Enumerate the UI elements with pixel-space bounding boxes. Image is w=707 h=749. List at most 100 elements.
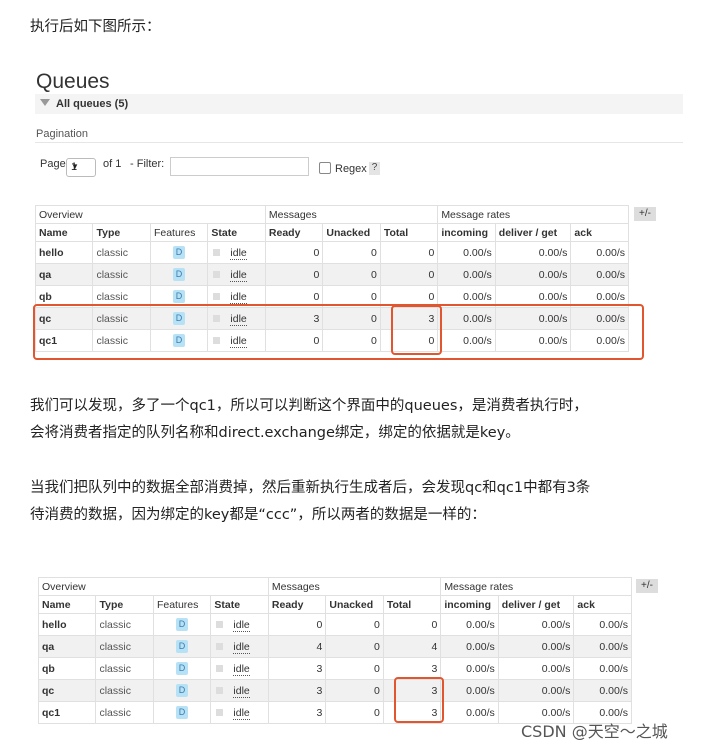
incoming-rate: 0.00/s [440,613,499,636]
table-row[interactable]: qc classic Didle 3 0 3 0.00/s 0.00/s 0.00/s [37,679,632,702]
col-deliver-get[interactable]: deliver / get [497,595,575,614]
features-cell: D [152,635,212,658]
col-state[interactable]: State [207,223,266,242]
ack-rate: 0.00/s [570,263,629,286]
page-of-label: of 1 [103,158,122,170]
queue-name-link[interactable]: hello [34,241,94,264]
state-indicator-icon [213,293,221,301]
columns-toggle-button[interactable]: +/- [636,579,658,593]
ready-count: 3 [267,657,327,680]
unacked-count: 0 [325,613,384,636]
col-features[interactable]: Features [149,223,209,242]
col-incoming[interactable]: incoming [440,595,499,614]
ack-rate: 0.00/s [573,679,632,702]
regex-help-button[interactable]: ? [369,162,380,175]
state-cell: idle [207,263,266,286]
unacked-count: 0 [322,263,381,286]
ready-count: 0 [267,613,327,636]
ready-count: 4 [267,635,327,658]
total-count: 0 [379,263,439,286]
table-row[interactable]: qb classic Didle 3 0 3 0.00/s 0.00/s 0.00/s [37,657,632,680]
col-total[interactable]: Total [382,595,442,614]
col-unacked[interactable]: Unacked [322,223,381,242]
state-label: idle [233,618,250,632]
incoming-rate: 0.00/s [440,679,499,702]
features-cell: D [149,263,209,286]
queue-type: classic [95,679,154,702]
state-label: idle [230,246,247,260]
queue-type: classic [92,263,151,286]
queue-type: classic [95,635,154,658]
col-type[interactable]: Type [92,223,151,242]
col-deliver-get[interactable]: deliver / get [494,223,572,242]
unacked-count: 0 [325,635,384,658]
page-title: Queues [36,70,110,93]
incoming-rate: 0.00/s [440,635,499,658]
filter-input[interactable] [170,157,309,176]
durable-badge: D [172,246,185,259]
state-indicator-icon [213,271,221,279]
durable-badge: D [175,640,188,653]
paragraph-line: 待消费的数据，因为绑定的key都是“ccc”，所以两者的数据是一样的： [30,507,486,523]
state-indicator-icon [216,687,224,695]
state-label: idle [233,684,250,698]
regex-checkbox[interactable] [319,162,331,174]
incoming-rate: 0.00/s [440,701,499,724]
col-total[interactable]: Total [379,223,439,242]
deliver-get-rate: 0.00/s [497,679,575,702]
incoming-rate: 0.00/s [437,263,496,286]
col-name[interactable]: Name [37,595,97,614]
state-indicator-icon [213,249,221,257]
features-cell: D [149,241,209,264]
state-cell: idle [210,657,269,680]
table-row[interactable]: hello classic Didle 0 0 0 0.00/s 0.00/s 0.00/s [37,613,632,636]
queue-name-link[interactable]: qc1 [37,701,97,724]
state-cell: idle [210,613,269,636]
col-incoming[interactable]: incoming [437,223,496,242]
queue-name-link[interactable]: qc [37,679,97,702]
col-type[interactable]: Type [95,595,154,614]
queue-name-link[interactable]: qb [37,657,97,680]
state-label: idle [230,268,247,282]
queue-name-link[interactable]: qa [34,263,94,286]
table-row[interactable]: qa classic Didle 0 0 0 0.00/s 0.00/s 0.00/s [34,263,629,286]
divider [35,142,683,143]
unacked-count: 0 [322,241,381,264]
col-ready[interactable]: Ready [267,595,327,614]
table-row[interactable]: hello classic Didle 0 0 0 0.00/s 0.00/s 0.00/s [34,241,629,264]
durable-badge: D [175,662,188,675]
col-ready[interactable]: Ready [264,223,324,242]
state-indicator-icon [216,709,224,717]
col-ack[interactable]: ack [570,223,629,242]
filter-label: - Filter: [130,158,165,170]
col-name[interactable]: Name [34,223,94,242]
queue-name-link[interactable]: hello [37,613,97,636]
total-count: 0 [379,241,439,264]
all-queues-label: All queues (5) [56,98,129,110]
col-unacked[interactable]: Unacked [325,595,384,614]
col-ack[interactable]: ack [573,595,632,614]
col-features[interactable]: Features [152,595,212,614]
deliver-get-rate: 0.00/s [497,613,575,636]
incoming-rate: 0.00/s [437,241,496,264]
queue-type: classic [95,657,154,680]
durable-badge: D [175,684,188,697]
deliver-get-rate: 0.00/s [494,263,572,286]
unacked-count: 0 [325,701,384,724]
queue-type: classic [95,613,154,636]
page-select[interactable]: 1 ▼ [66,158,96,177]
durable-badge: D [175,706,188,719]
unacked-count: 0 [325,679,384,702]
table-row[interactable]: qa classic Didle 4 0 4 0.00/s 0.00/s 0.00/s [37,635,632,658]
state-cell: idle [210,679,269,702]
highlight-box-total [391,305,442,355]
collapse-triangle-icon [40,99,50,106]
total-count: 0 [382,613,442,636]
queue-name-link[interactable]: qa [37,635,97,658]
state-cell: idle [210,701,269,724]
columns-toggle-button[interactable]: +/- [634,207,656,221]
ready-count: 3 [267,679,327,702]
col-state[interactable]: State [210,595,269,614]
state-label: idle [230,290,247,304]
all-queues-toggle[interactable]: All queues (5) [35,94,683,114]
